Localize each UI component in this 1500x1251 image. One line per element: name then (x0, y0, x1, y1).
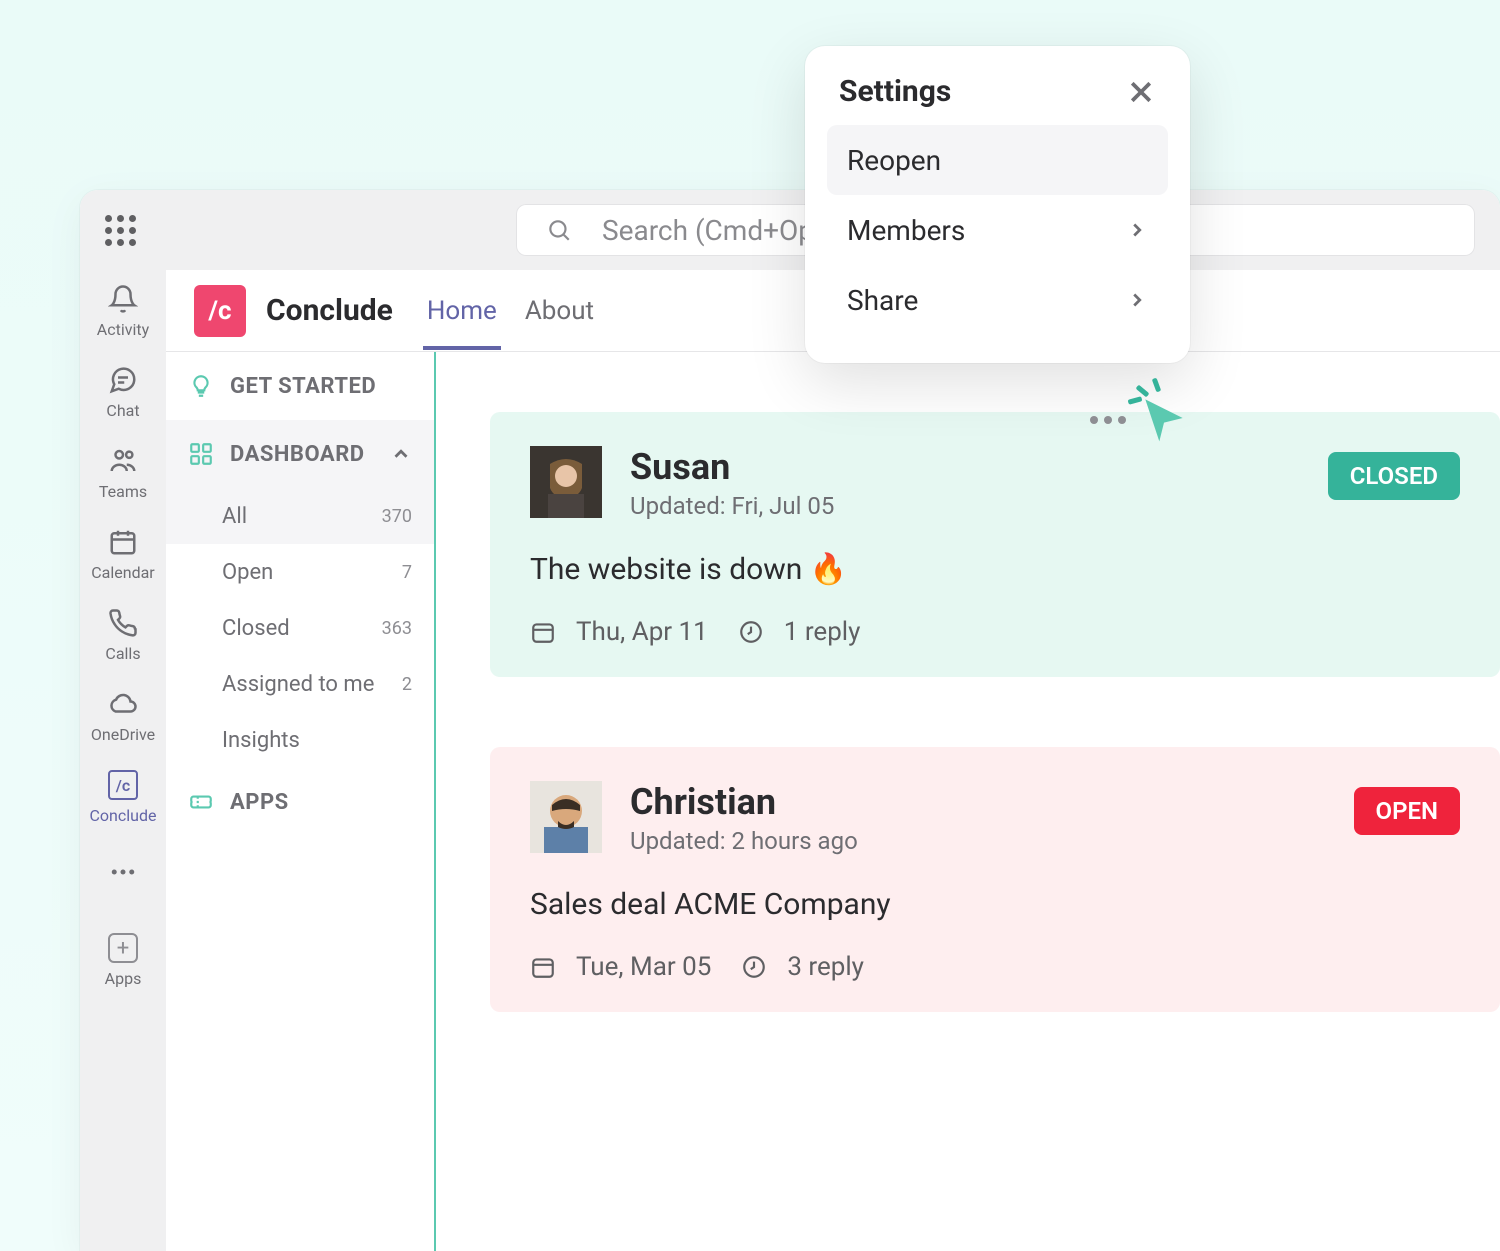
bell-icon (108, 284, 138, 314)
rail-label: Chat (106, 401, 139, 420)
popover-item-label: Members (847, 214, 965, 247)
chevron-right-icon (1126, 289, 1148, 311)
nav-label: DASHBOARD (230, 442, 365, 467)
close-button[interactable] (1126, 77, 1156, 107)
left-rail: Activity Chat Teams Calendar Calls OneDr… (80, 270, 166, 1251)
search-icon (546, 217, 572, 243)
nav-item-open[interactable]: Open 7 (166, 544, 434, 600)
rail-label: Calendar (91, 563, 154, 582)
nav-label: APPS (230, 790, 289, 815)
teams-icon (108, 446, 138, 476)
nav-item-closed[interactable]: Closed 363 (166, 600, 434, 656)
nav-item-label: Open (222, 560, 273, 585)
rail-conclude[interactable]: /c Conclude (90, 770, 157, 825)
popover-item-label: Share (847, 284, 918, 317)
nav-item-label: Closed (222, 616, 290, 641)
rail-chat[interactable]: Chat (106, 365, 139, 420)
ticket-card[interactable]: Susan Updated: Fri, Jul 05 CLOSED The we… (490, 412, 1500, 677)
nav-item-all[interactable]: All 370 (166, 488, 434, 544)
nav-item-count: 2 (402, 674, 412, 695)
nav-dashboard[interactable]: DASHBOARD (166, 420, 434, 488)
cursor-illustration (1090, 390, 1192, 450)
ticket-card[interactable]: Christian Updated: 2 hours ago OPEN Sale… (490, 747, 1500, 1012)
history-icon (741, 954, 767, 980)
dashboard-icon (188, 441, 214, 467)
tab-about[interactable]: About (521, 272, 598, 350)
nav-item-label: Assigned to me (222, 672, 374, 697)
card-date: Tue, Mar 05 (576, 952, 711, 982)
card-updated: Updated: Fri, Jul 05 (630, 492, 834, 520)
pointer-icon (1136, 390, 1192, 450)
close-icon (1126, 77, 1156, 107)
popover-title: Settings (839, 74, 951, 109)
lightbulb-icon (188, 373, 214, 399)
nav-item-count: 7 (402, 562, 412, 583)
rail-label: Calls (105, 644, 140, 663)
main-panel: /c Conclude Home About GET STARTED DASHB… (166, 270, 1500, 1251)
nav-item-label: All (222, 504, 247, 529)
nav-item-count: 370 (382, 506, 412, 527)
rail-label: Activity (97, 320, 149, 339)
calendar-icon (530, 954, 556, 980)
conclude-app-logo: /c (194, 285, 246, 337)
nav-apps[interactable]: APPS (166, 768, 434, 836)
card-meta: Tue, Mar 05 3 reply (530, 952, 1460, 982)
rail-label: Conclude (90, 806, 157, 825)
tab-home[interactable]: Home (423, 272, 501, 350)
card-updated: Updated: 2 hours ago (630, 827, 858, 855)
card-body: The website is down 🔥 (530, 552, 1460, 587)
app-window: Search (Cmd+Opt+E) Activity Chat Teams C… (80, 190, 1500, 1251)
phone-icon (108, 608, 138, 638)
rail-onedrive[interactable]: OneDrive (91, 689, 155, 744)
ticket-icon (188, 789, 214, 815)
calendar-icon (108, 527, 138, 557)
rail-calls[interactable]: Calls (105, 608, 140, 663)
card-author: Christian (630, 781, 858, 823)
rail-apps[interactable]: + Apps (105, 933, 142, 988)
side-nav: GET STARTED DASHBOARD All 370 Open 7 (166, 352, 436, 1251)
rail-more[interactable] (108, 857, 138, 887)
rail-label: OneDrive (91, 725, 155, 744)
card-replies: 3 reply (787, 952, 864, 982)
popover-item-label: Reopen (847, 144, 941, 177)
nav-get-started[interactable]: GET STARTED (166, 352, 434, 420)
avatar (530, 781, 602, 853)
status-badge: OPEN (1354, 787, 1460, 835)
card-replies: 1 reply (784, 617, 861, 647)
rail-label: Teams (99, 482, 147, 501)
history-icon (738, 619, 764, 645)
card-author: Susan (630, 446, 834, 488)
chevron-up-icon (390, 443, 412, 465)
cloud-icon (108, 689, 138, 719)
nav-label: GET STARTED (230, 374, 376, 399)
nav-item-label: Insights (222, 728, 300, 753)
plus-icon: + (108, 933, 138, 963)
more-icon (1090, 416, 1126, 424)
chat-icon (108, 365, 138, 395)
nav-item-count: 363 (382, 618, 412, 639)
feed: Susan Updated: Fri, Jul 05 CLOSED The we… (436, 352, 1500, 1251)
rail-teams[interactable]: Teams (99, 446, 147, 501)
titlebar: Search (Cmd+Opt+E) (80, 190, 1500, 270)
popover-item-share[interactable]: Share (827, 265, 1168, 335)
rail-calendar[interactable]: Calendar (91, 527, 154, 582)
popover-item-members[interactable]: Members (827, 195, 1168, 265)
card-meta: Thu, Apr 11 1 reply (530, 617, 1460, 647)
nav-item-insights[interactable]: Insights (166, 712, 434, 768)
popover-item-reopen[interactable]: Reopen (827, 125, 1168, 195)
app-title: Conclude (266, 293, 393, 328)
card-date: Thu, Apr 11 (576, 617, 708, 647)
more-icon (108, 857, 138, 887)
status-badge: CLOSED (1328, 452, 1460, 500)
conclude-icon: /c (108, 770, 138, 800)
calendar-icon (530, 619, 556, 645)
card-body: Sales deal ACME Company (530, 887, 1460, 922)
app-launcher-icon[interactable] (105, 215, 136, 246)
settings-popover: Settings Reopen Members Share (805, 46, 1190, 363)
rail-activity[interactable]: Activity (97, 284, 149, 339)
avatar (530, 446, 602, 518)
rail-label: Apps (105, 969, 142, 988)
nav-item-assigned[interactable]: Assigned to me 2 (166, 656, 434, 712)
chevron-right-icon (1126, 219, 1148, 241)
